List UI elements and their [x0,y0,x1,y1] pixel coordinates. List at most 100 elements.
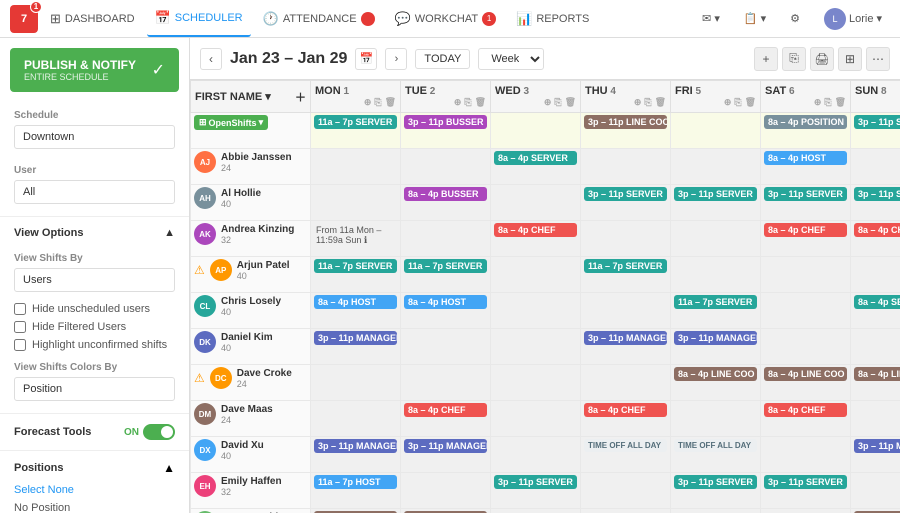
shift-pill[interactable]: 3p – 11p SERVER [764,475,847,489]
week-select[interactable]: Week [478,48,544,70]
sat-cell[interactable]: 8a – 4p LINE COO [761,365,851,401]
shift-pill[interactable]: TIME OFF ALL DAY [674,439,757,452]
shift-pill[interactable]: 8a – 4p HOST [404,295,487,309]
shift-pill[interactable]: 3p – 11p SERVER [584,187,667,201]
view-colors-select[interactable]: Position [14,377,175,401]
sat-cell[interactable] [761,437,851,473]
hide-filtered-checkbox[interactable] [14,321,26,333]
shift-pill[interactable]: 8a – 4p BUSSER [404,187,487,201]
wed-cell[interactable] [491,257,581,293]
sun-cell[interactable]: 3p – 11p SERVER [851,185,900,221]
wed-cell[interactable] [491,509,581,513]
thu-cell[interactable] [581,149,671,185]
forecast-toggle[interactable] [143,424,175,440]
sun-cell[interactable] [851,149,900,185]
thu-del-btn[interactable]: 🗑 [655,97,666,108]
tue-cell[interactable]: 3p – 11p BUSSER [401,113,491,149]
sat-add-btn[interactable]: ⊕ [814,97,822,108]
fri-del-btn[interactable]: 🗑 [745,97,756,108]
open-shifts-badge[interactable]: ⊞ OpenShifts ▾ [194,115,268,130]
tue-cell[interactable]: 3p – 11p MANAGER [401,437,491,473]
fri-cell[interactable] [671,149,761,185]
mon-cell[interactable]: 3p – 11p MANAGER [311,437,401,473]
shift-pill[interactable]: 8a – 4p CHEF [854,223,900,237]
fri-copy-btn[interactable]: ⎘ [734,97,741,108]
nav-reports[interactable]: 📊 REPORTS [508,0,597,37]
thu-cell[interactable] [581,221,671,257]
sat-cell[interactable]: 8a – 4p POSITION [761,113,851,149]
shift-pill[interactable]: 3p – 11p SERVER [854,187,900,201]
thu-cell[interactable]: 3p – 11p MANAGER [581,329,671,365]
user-select[interactable]: All [14,180,175,204]
settings-btn[interactable]: ⚙ [782,8,808,29]
thu-add-btn[interactable]: ⊕ [634,97,642,108]
wed-cell[interactable]: 8a – 4p CHEF [491,221,581,257]
mon-cell[interactable]: 11a – 7p SERVER [311,257,401,293]
shift-pill[interactable]: 3p – 11p MANAGER [404,439,487,453]
fri-cell[interactable]: TIME OFF ALL DAY [671,437,761,473]
thu-cell[interactable]: TIME OFF ALL DAY [581,437,671,473]
thu-cell[interactable] [581,509,671,513]
sun-cell[interactable]: 8a – 4p SERVER [851,293,900,329]
clipboard-btn[interactable]: 📋 ▾ [736,8,774,29]
sun-cell[interactable]: 8a – 4p CHEF [851,221,900,257]
calendar-icon-btn[interactable]: 📅 [355,48,377,70]
shift-pill[interactable]: 3p – 11p MANAGER [854,439,900,453]
sat-cell[interactable] [761,257,851,293]
wed-cell[interactable]: 3p – 11p SERVER [491,473,581,509]
shift-pill[interactable]: 3p – 11p MANAGER [314,439,397,453]
highlight-unconfirmed-checkbox[interactable] [14,339,26,351]
nav-workchat[interactable]: 💬 WORKCHAT 1 [387,0,505,37]
shift-pill[interactable]: 3p – 11p SERVER [494,475,577,489]
email-btn[interactable]: ✉ ▾ [694,8,728,29]
mon-add-btn[interactable]: ⊕ [364,97,372,108]
hide-unscheduled-checkbox[interactable] [14,303,26,315]
hide-filtered-option[interactable]: Hide Filtered Users [0,318,189,336]
shift-pill[interactable]: 11a – 7p SERVER [674,295,757,309]
sun-cell[interactable] [851,401,900,437]
shift-pill[interactable]: 3p – 11p MANAGER [584,331,667,345]
positions-header[interactable]: Positions ▲ [0,455,189,481]
mon-cell[interactable]: From 11a Mon – 11:59a Sun ℹ [311,221,401,257]
sat-cell[interactable]: 8a – 4p HOST [761,149,851,185]
shift-pill[interactable]: 8a – 4p LINE COO [764,367,847,381]
shift-pill[interactable]: 11a – 7p SERVER [584,259,667,273]
wed-add-btn[interactable]: ⊕ [544,97,552,108]
shift-pill[interactable]: 11a – 7p SERVER [314,115,397,129]
shift-pill[interactable]: 8a – 4p SERVER [854,295,900,309]
wed-cell[interactable]: 8a – 4p SERVER [491,149,581,185]
next-week-btn[interactable]: › [385,48,407,70]
sat-cell[interactable] [761,509,851,513]
shift-pill[interactable]: 8a – 4p HOST [764,151,847,165]
mon-cell[interactable] [311,401,401,437]
sat-del-btn[interactable]: 🗑 [835,97,846,108]
shift-pill[interactable]: 3p – 11p BUSSER [404,115,487,129]
shift-pill[interactable]: 8a – 4p CHEF [764,403,847,417]
sun-cell[interactable] [851,473,900,509]
thu-copy-btn[interactable]: ⎘ [644,97,651,108]
shift-pill[interactable]: 11a – 7p HOST [314,475,397,489]
add-col-btn[interactable]: + [754,47,778,71]
share-btn[interactable]: 🖨 [810,47,834,71]
tue-cell[interactable] [401,329,491,365]
fri-add-btn[interactable]: ⊕ [724,97,732,108]
grid-btn[interactable]: ⊞ [838,47,862,71]
tue-cell[interactable]: 8a – 4p BUSSER [401,185,491,221]
wed-cell[interactable] [491,329,581,365]
sat-cell[interactable]: 3p – 11p SERVER [761,473,851,509]
shift-pill[interactable]: 3p – 11p LINE COOK [584,115,667,129]
wed-cell[interactable] [491,365,581,401]
fri-cell[interactable]: 8a – 4p LINE COO [671,365,761,401]
tue-cell[interactable] [401,149,491,185]
wed-del-btn[interactable]: 🗑 [565,97,576,108]
sat-cell[interactable]: 8a – 4p CHEF [761,401,851,437]
tue-cell[interactable] [401,473,491,509]
shift-pill[interactable]: 11a – 7p SERVER [314,259,397,273]
mon-cell[interactable] [311,365,401,401]
mon-del-btn[interactable]: 🗑 [385,97,396,108]
fri-cell[interactable]: 11a – 7p SERVER [671,293,761,329]
tue-cell[interactable]: 8a – 4p LINE COOK [401,509,491,513]
sat-cell[interactable]: 3p – 11p SERVER [761,185,851,221]
shift-pill[interactable]: 8a – 4p CHEF [494,223,577,237]
thu-cell[interactable]: 3p – 11p SERVER [581,185,671,221]
